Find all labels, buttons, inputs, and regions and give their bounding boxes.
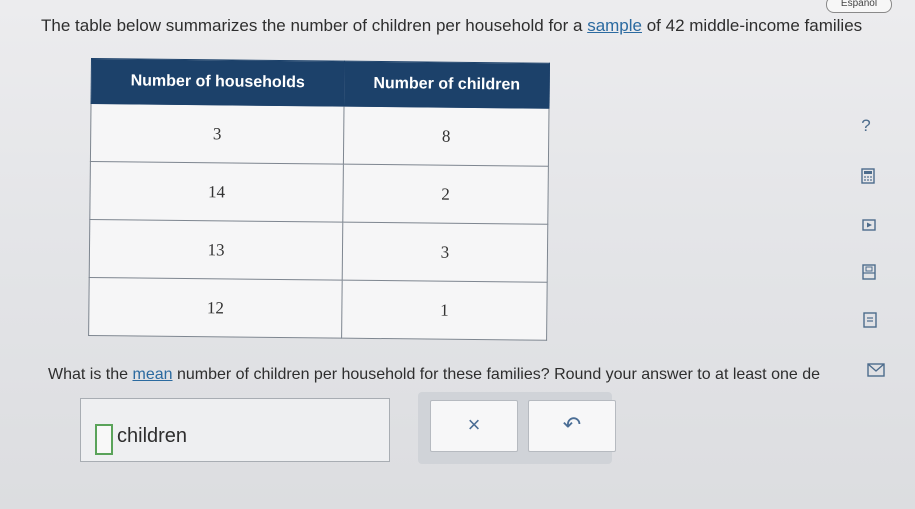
mail-icon[interactable] [867,363,885,381]
question-text-1: What is the [48,366,133,383]
table-header-row: Number of households Number of children [91,58,550,109]
mean-link[interactable]: mean [132,366,172,383]
table-row: 12 1 [88,277,548,341]
households-cell: 13 [89,219,343,281]
undo-button[interactable]: ↶ [528,400,616,452]
children-cell: 8 [343,106,549,167]
column-header-households: Number of households [91,58,345,107]
prompt-text-1: The table below summarizes the number of… [41,16,588,35]
problem-statement: The table below summarizes the number of… [41,16,915,36]
data-icon[interactable] [861,264,877,284]
clear-button[interactable]: × [430,400,518,452]
language-button[interactable]: Español [826,0,892,13]
answer-box: children [80,398,390,462]
table-row: 13 3 [89,219,548,283]
households-cell: 3 [90,103,345,165]
answer-input[interactable] [95,424,113,455]
glossary-icon[interactable] [862,312,878,332]
households-cell: 12 [88,277,343,339]
data-table: Number of households Number of children … [88,58,550,341]
help-icon[interactable]: ? [858,117,874,134]
calculator-icon[interactable] [860,168,876,188]
question-text-2: number of children per household for the… [172,366,821,383]
sample-link[interactable]: sample [587,16,642,35]
column-header-children: Number of children [344,61,550,109]
households-cell: 14 [89,161,344,223]
table-row: 14 2 [89,161,549,225]
table-row: 3 8 [90,103,549,167]
unit-label: children [117,425,188,447]
children-cell: 2 [342,164,549,225]
children-cell: 3 [342,222,548,283]
video-icon[interactable] [861,219,877,235]
question-text: What is the mean number of children per … [48,366,820,384]
prompt-text-2: of 42 middle-income families [642,16,863,35]
children-cell: 1 [341,280,548,341]
button-panel: × ↶ [418,392,616,464]
